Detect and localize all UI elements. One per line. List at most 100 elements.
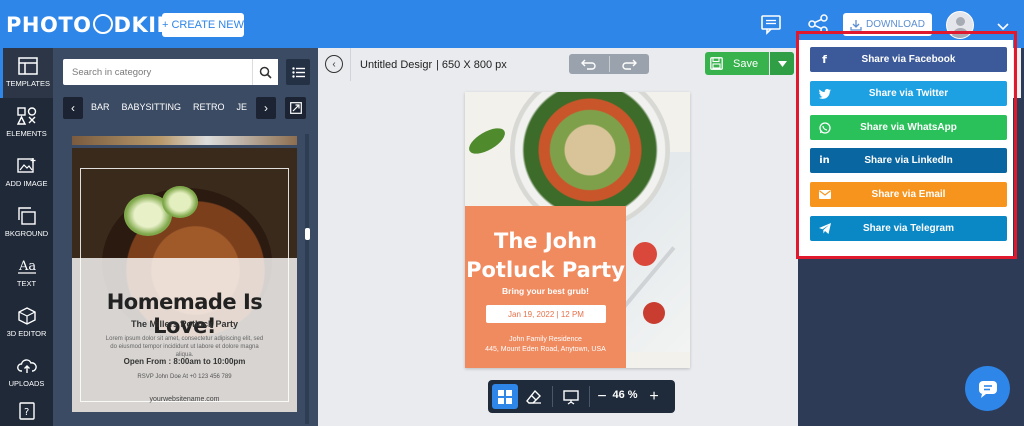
save-button[interactable]: Save: [705, 52, 769, 75]
expand-icon: [289, 102, 302, 114]
undo-icon: [581, 59, 596, 70]
toolbar-divider: [350, 48, 351, 81]
rail-label: UPLOADS: [8, 379, 45, 388]
thumbnail-title: Homemade Is Love!: [106, 290, 263, 338]
rail-item-text[interactable]: Aa TEXT: [0, 248, 53, 298]
poster-tomato-image: [633, 242, 657, 266]
zoom-divider: [552, 386, 553, 407]
poster-tagline[interactable]: Bring your best grub!: [465, 286, 626, 296]
list-view-button[interactable]: [286, 59, 310, 85]
poster-title-line-2: Potluck Party: [466, 258, 625, 282]
chat-button[interactable]: [965, 366, 1010, 411]
grid-view-button[interactable]: [492, 384, 518, 409]
category-babysitting[interactable]: BABYSITTING: [122, 102, 182, 112]
avatar-head: [956, 17, 965, 26]
poster-venue[interactable]: John Family Residence 445, Mount Eden Roa…: [465, 335, 626, 355]
expand-panel-button[interactable]: [285, 97, 306, 119]
rail-label: TEMPLATES: [5, 79, 51, 88]
thumbnail-open-hours: Open From : 8:00am to 10:00pm: [123, 357, 246, 366]
panel-scrollbar-thumb[interactable]: [305, 228, 310, 240]
search-button[interactable]: [252, 59, 278, 85]
plus-icon: +: [649, 387, 659, 405]
grid-icon: [498, 389, 512, 404]
cube-icon: [17, 307, 36, 325]
rail-item-add-image[interactable]: ADD IMAGE: [0, 148, 53, 198]
back-button[interactable]: ‹: [325, 55, 343, 73]
poster-leaf-image: [465, 123, 509, 159]
message-icon[interactable]: [760, 13, 782, 40]
rail-label: BKGROUND: [4, 229, 49, 238]
panel-scrollbar[interactable]: [305, 134, 309, 424]
presentation-icon: [563, 389, 579, 405]
rail-label: TEXT: [16, 279, 37, 288]
save-label: Save: [733, 57, 759, 70]
redo-button[interactable]: [609, 54, 649, 74]
category-list: BAR BABYSITTING RETRO JE: [91, 102, 253, 112]
document-name[interactable]: Untitled Desigr: [360, 59, 432, 71]
rail-item-help[interactable]: ?: [0, 398, 53, 426]
eraser-button[interactable]: [521, 384, 547, 409]
chat-icon: [978, 380, 997, 398]
poster-venue-line-1: John Family Residence: [509, 336, 582, 343]
thumbnail-website: yourwebsitename.com: [149, 396, 220, 403]
templates-icon: [18, 57, 38, 75]
category-next-button[interactable]: ›: [256, 97, 276, 119]
undo-button[interactable]: [569, 54, 609, 74]
zoom-divider: [589, 386, 590, 407]
category-row: ‹ BAR BABYSITTING RETRO JE ›: [63, 97, 308, 119]
save-icon: [710, 57, 723, 70]
logo-text-mid: D: [113, 13, 132, 37]
rail-item-uploads[interactable]: UPLOADS: [0, 348, 53, 398]
tool-rail: TEMPLATES ELEMENTS ADD IMAGE BKGROUND Aa…: [0, 48, 53, 426]
presentation-button[interactable]: [558, 384, 584, 409]
redo-icon: [622, 59, 637, 70]
poster-venue-line-2: 445, Mount Eden Road, Anytown, USA: [485, 346, 606, 353]
undo-redo-group: [569, 54, 649, 74]
logo-mark-icon: [92, 14, 113, 34]
poster-title[interactable]: The John Potluck Party: [465, 227, 626, 285]
eraser-icon: [526, 389, 541, 404]
thumbnail-frame: [80, 168, 289, 402]
rail-item-templates[interactable]: TEMPLATES: [0, 48, 53, 98]
caret-down-icon: [777, 60, 787, 67]
chevron-left-icon: ‹: [71, 101, 75, 115]
zoom-toolbar: − 46 % +: [488, 380, 675, 413]
design-canvas[interactable]: The John Potluck Party Bring your best gr…: [465, 92, 690, 368]
search-input[interactable]: [63, 59, 252, 85]
svg-text:Aa: Aa: [18, 259, 36, 274]
svg-text:?: ?: [24, 407, 29, 418]
download-icon: [850, 19, 862, 31]
category-bar[interactable]: BAR: [91, 102, 110, 112]
logo-text-left: PHOTO: [6, 13, 92, 37]
template-thumbnail-partial[interactable]: [72, 136, 297, 145]
rail-label: ELEMENTS: [6, 129, 47, 138]
rail-label: 3D EDITOR: [6, 329, 47, 338]
poster-date[interactable]: Jan 19, 2022 | 12 PM: [486, 305, 606, 323]
thumbnail-description: Lorem ipsum dolor sit amet, consectetur …: [105, 336, 264, 358]
rail-item-background[interactable]: BKGROUND: [0, 198, 53, 248]
share-menu-highlight: [796, 31, 1017, 259]
category-prev-button[interactable]: ‹: [63, 97, 83, 119]
list-icon: [291, 66, 305, 78]
category-retro[interactable]: RETRO: [193, 102, 225, 112]
rail-item-3d-editor[interactable]: 3D EDITOR: [0, 298, 53, 348]
template-thumbnail[interactable]: Homemade Is Love! The Millers Potluck Pa…: [72, 148, 297, 412]
text-icon: Aa: [17, 259, 36, 274]
create-new-label: CREATE NEW: [171, 19, 244, 31]
save-options-button[interactable]: [770, 52, 794, 75]
category-je[interactable]: JE: [237, 102, 248, 112]
create-new-button[interactable]: + CREATE NEW: [162, 13, 244, 37]
poster-tomato-image: [643, 302, 665, 324]
poster-title-line-1: The John: [494, 229, 597, 253]
rail-label: ADD IMAGE: [5, 179, 48, 188]
rail-item-elements[interactable]: ELEMENTS: [0, 98, 53, 148]
thumbnail-rsvp: RSVP John Doe At +0 123 456 789: [137, 374, 232, 380]
document-size: | 650 X 800 px: [436, 59, 507, 71]
thumbnail-subtitle: The Millers Potluck Party: [130, 319, 239, 329]
chevron-left-icon: ‹: [332, 58, 336, 70]
help-icon: ?: [18, 402, 35, 420]
chevron-right-icon: ›: [264, 101, 268, 115]
elements-icon: [16, 107, 36, 125]
zoom-in-button[interactable]: +: [646, 384, 662, 409]
zoom-level: 46 %: [612, 389, 638, 401]
